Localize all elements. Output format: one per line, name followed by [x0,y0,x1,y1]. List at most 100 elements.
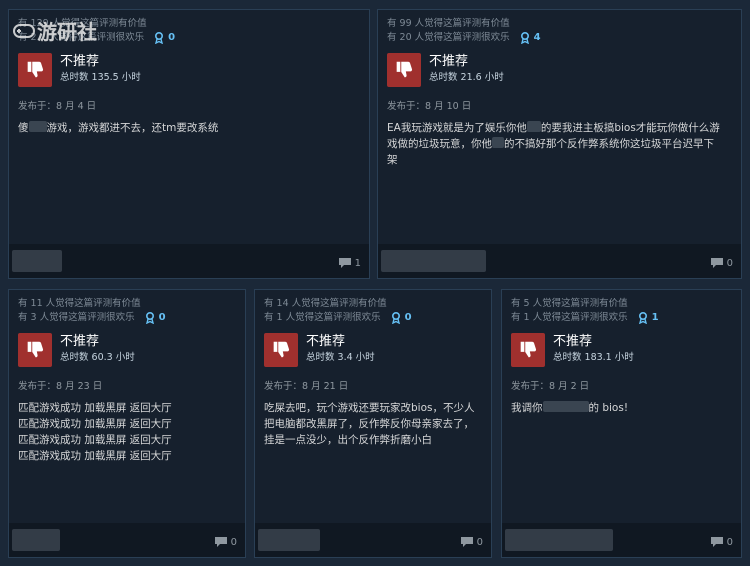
verdict[interactable]: 不推荐 总时数 21.6 小时 [387,53,741,87]
award-button[interactable]: 1 [638,311,659,325]
thumbs-down-icon [511,333,545,367]
award-button[interactable]: 4 [520,31,541,45]
funny-count: 有 1 人觉得这篇评测很欢乐 [264,312,381,323]
hours-played: 总时数 135.5 小时 [60,72,141,83]
review-text-part: 游戏，游戏都进不去，还tm要改系统 [46,122,219,134]
award-button[interactable]: 0 [145,311,166,325]
author-avatar[interactable] [258,529,320,551]
review-text-line: 吃屎去吧，玩个游戏还要玩家改bios，不少人 [264,402,475,414]
review-text: 吃屎去吧，玩个游戏还要玩家改bios，不少人 把电脑都改黑屏了，反作弊反你母亲家… [264,400,479,448]
author-avatar[interactable] [505,529,613,551]
review-text-part: EA我玩游戏就是为了娱乐你他 [387,122,527,134]
funny-count: 有 3 人觉得这篇评测很欢乐 [18,312,135,323]
award-count: 4 [533,32,541,43]
award-count: 0 [168,32,176,43]
review-text: 匹配游戏成功 加载黑屏 返回大厅 匹配游戏成功 加载黑屏 返回大厅 匹配游戏成功… [18,400,233,464]
award-icon [638,312,647,324]
review-text-line: 匹配游戏成功 加载黑屏 返回大厅 [18,450,172,462]
award-button[interactable]: 0 [391,311,412,325]
posted-date: 发布于：8 月 2 日 [511,381,590,392]
censored-text [542,401,589,412]
hours-played: 总时数 183.1 小时 [553,352,634,363]
review-card: 有 99 人觉得这篇评测有价值 有 20 人觉得这篇评测很欢乐 4 不推荐 总时… [377,9,742,279]
comments-button[interactable]: 0 [710,536,733,548]
comment-count: 0 [726,257,733,269]
review-text-line: 匹配游戏成功 加载黑屏 返回大厅 [18,434,172,446]
helpful-count: 有 11 人觉得这篇评测有价值 [18,298,141,309]
verdict-title: 不推荐 [553,334,593,349]
comment-count: 0 [476,536,483,548]
helpful-count: 有 5 人觉得这篇评测有价值 [511,298,628,309]
hours-played: 总时数 3.4 小时 [306,352,375,363]
watermark-text: 游研社 [37,20,97,44]
review-text-part: 架 [387,154,398,166]
review-card: 有 5 人觉得这篇评测有价值 有 1 人觉得这篇评测很欢乐 1 不推荐 总时数 … [501,289,742,558]
review-text-part: 傻 [18,122,29,134]
censored-text [28,121,47,132]
comment-count: 0 [230,536,237,548]
review-text-line: 匹配游戏成功 加载黑屏 返回大厅 [18,418,172,430]
verdict-title: 不推荐 [60,54,100,69]
posted-date: 发布于：8 月 23 日 [18,381,103,392]
card-footer: 0 [378,244,741,278]
funny-count: 有 20 人觉得这篇评测很欢乐 [387,32,510,43]
comment-icon [710,537,723,547]
award-icon [145,312,154,324]
review-text-part: 的不搞好那个反作弊系统你这垃圾平台迟早下 [504,138,714,150]
helpful-stats: 有 14 人觉得这篇评测有价值 有 1 人觉得这篇评测很欢乐 0 [264,297,491,325]
verdict-title: 不推荐 [429,54,469,69]
comments-button[interactable]: 0 [214,536,237,548]
verdict-title: 不推荐 [306,334,346,349]
thumbs-down-icon [264,333,298,367]
card-footer: 0 [255,523,491,557]
review-text: 我调你 的 bios! [511,400,729,416]
award-count: 0 [404,312,412,323]
author-avatar[interactable] [12,250,62,272]
comments-button[interactable]: 0 [710,257,733,269]
thumbs-down-icon [18,53,52,87]
card-footer: 0 [502,523,741,557]
censored-text [526,121,541,132]
verdict-title: 不推荐 [60,334,100,349]
card-footer: 1 [9,244,369,278]
review-text: 傻 游戏，游戏都进不去，还tm要改系统 [18,120,357,136]
review-card: 有 14 人觉得这篇评测有价值 有 1 人觉得这篇评测很欢乐 0 不推荐 总时数… [254,289,492,558]
helpful-count: 有 99 人觉得这篇评测有价值 [387,18,510,29]
review-text-part: 我调你 [511,402,543,414]
card-footer: 0 [9,523,245,557]
author-avatar[interactable] [381,250,486,272]
verdict[interactable]: 不推荐 总时数 3.4 小时 [264,333,491,367]
award-icon [391,312,400,324]
verdict[interactable]: 不推荐 总时数 135.5 小时 [18,53,369,87]
review-text-line: 匹配游戏成功 加载黑屏 返回大厅 [18,402,172,414]
comment-icon [338,258,351,268]
author-avatar[interactable] [12,529,60,551]
posted-date: 发布于：8 月 21 日 [264,381,349,392]
award-count: 0 [158,312,166,323]
thumbs-down-icon [18,333,52,367]
helpful-count: 有 14 人觉得这篇评测有价值 [264,298,387,309]
comment-count: 1 [354,257,361,269]
verdict[interactable]: 不推荐 总时数 60.3 小时 [18,333,245,367]
hours-played: 总时数 21.6 小时 [429,72,504,83]
review-text-part: 的 bios! [588,402,629,414]
comment-icon [460,537,473,547]
comments-button[interactable]: 1 [338,257,361,269]
review-card: 有 11 人觉得这篇评测有价值 有 3 人觉得这篇评测很欢乐 0 不推荐 总时数… [8,289,246,558]
comment-count: 0 [726,536,733,548]
award-button[interactable]: 0 [154,31,175,45]
comment-icon [710,258,723,268]
helpful-stats: 有 99 人觉得这篇评测有价值 有 20 人觉得这篇评测很欢乐 4 [387,17,741,45]
verdict[interactable]: 不推荐 总时数 183.1 小时 [511,333,741,367]
watermark-logo: 游研社 [13,16,97,45]
posted-date: 发布于：8 月 4 日 [18,101,97,112]
review-text-line: 把电脑都改黑屏了，反作弊反你母亲家去了， [264,418,474,430]
award-count: 1 [651,312,659,323]
comments-button[interactable]: 0 [460,536,483,548]
helpful-stats: 有 5 人觉得这篇评测有价值 有 1 人觉得这篇评测很欢乐 1 [511,297,741,325]
award-icon [155,32,164,44]
gamepad-icon [13,23,35,38]
hours-played: 总时数 60.3 小时 [60,352,135,363]
review-text: EA我玩游戏就是为了娱乐你他 的要我进主板搞bios才能玩你做什么游 戏做的垃圾玩… [387,120,729,168]
review-card: 有 129 人觉得这篇评测有价值 有 2… 人觉得这篇评测很欢乐 0 不推荐 总… [8,9,370,279]
